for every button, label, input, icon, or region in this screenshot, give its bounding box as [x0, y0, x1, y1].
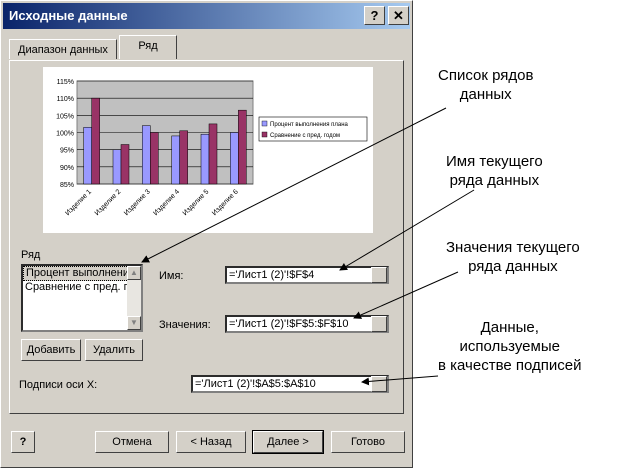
x-tick-label: Изделие 4 [152, 188, 181, 217]
scroll-up-icon[interactable]: ▲ [127, 266, 141, 280]
legend-swatch [261, 120, 268, 127]
legend-swatch [261, 131, 268, 138]
y-tick-label: 105% [56, 113, 74, 120]
annotation-line: ряда данных [468, 258, 558, 275]
legend-label: Процент выполнения плана [270, 122, 349, 128]
bar [171, 135, 180, 185]
finish-button[interactable]: Готово [331, 431, 405, 453]
annotation-series-values: Значения текущего ряда данных [446, 238, 580, 276]
annotation-line: ряда данных [449, 172, 540, 189]
list-item[interactable]: Процент выполнения плана [23, 266, 141, 281]
chart-preview: 115% 110% 105% 100% 95% 90% 85% Изделие 1 Издели… [43, 67, 373, 233]
bar [238, 109, 247, 185]
annotation-series-list: Список рядов данных [438, 66, 533, 104]
annotation-series-name: Имя текущего ряда данных [446, 152, 543, 190]
annotation-line: Список рядов [438, 67, 534, 84]
name-label: Имя: [159, 270, 184, 282]
close-button[interactable]: ✕ [388, 6, 409, 25]
bar [120, 144, 130, 185]
annotation-line: данных [459, 86, 512, 103]
bar [83, 127, 92, 185]
values-label: Значения: [159, 319, 211, 331]
x-tick-label: Изделие 5 [182, 188, 211, 217]
help-button[interactable]: ? [364, 6, 385, 25]
list-item[interactable]: Сравнение с пред. годом [23, 281, 141, 294]
x-tick-label: Изделие 2 [94, 188, 123, 217]
series-values-field[interactable]: ='Лист1 (2)'!$F$5:$F$10 [225, 315, 389, 333]
y-tick-label: 95% [60, 148, 74, 155]
source-data-dialog: Исходные данные ? ✕ Диапазон данных Ряд … [0, 0, 413, 468]
chart-svg: 115%110%105%100%95%90%85%Изделие 1 Издели… [56, 79, 368, 217]
scroll-down-icon[interactable]: ▼ [127, 316, 141, 330]
bar [91, 97, 100, 185]
annotation-line: Значения текущего [446, 239, 580, 256]
y-tick-label: 85% [60, 182, 74, 189]
bar [150, 132, 159, 185]
x-tick-label: Изделие 3 [123, 188, 152, 217]
tab-series[interactable]: Ряд [119, 35, 177, 59]
collapse-dialog-icon[interactable] [371, 267, 387, 283]
annotation-line: в качестве подписей [438, 357, 582, 374]
cancel-button[interactable]: Отмена [95, 431, 169, 453]
help-icon[interactable]: ? [11, 431, 35, 453]
bar [112, 149, 122, 185]
y-tick-label: 115% [57, 79, 74, 86]
x-labels-label: Подписи оси X: [19, 379, 98, 391]
annotation-axis-labels: Данные, используемые в качестве подписей [438, 318, 582, 375]
add-series-button[interactable]: Добавить [21, 339, 81, 361]
tab-data-range[interactable]: Диапазон данных [9, 39, 117, 59]
annotation-line: Данные, [480, 319, 539, 336]
bar [230, 132, 239, 185]
series-name-field[interactable]: ='Лист1 (2)'!$F$4 [225, 266, 389, 284]
next-button[interactable]: Далее > [252, 430, 324, 454]
y-tick-label: 110% [57, 96, 74, 103]
bar [179, 130, 188, 185]
series-group-label: Ряд [21, 249, 41, 261]
dialog-title: Исходные данные [9, 8, 128, 23]
bar [142, 125, 151, 185]
bar [208, 123, 218, 185]
series-list[interactable]: Процент выполнения плана Сравнение с пре… [21, 264, 143, 332]
title-bar: Исходные данные ? ✕ [3, 3, 410, 29]
annotation-line: используемые [459, 338, 560, 355]
delete-series-button[interactable]: Удалить [85, 339, 143, 361]
annotation-line: Имя текущего [446, 153, 543, 170]
x-tick-label: Изделие 1 [64, 188, 93, 217]
y-tick-label: 90% [60, 165, 74, 172]
x-labels-field[interactable]: ='Лист1 (2)'!$A$5:$A$10 [191, 375, 389, 393]
collapse-dialog-icon[interactable] [371, 316, 387, 332]
legend-label: Сравнение с пред. годом [270, 133, 340, 139]
back-button[interactable]: < Назад [176, 431, 246, 453]
bar [200, 133, 210, 185]
y-tick-label: 100% [56, 131, 74, 138]
list-scrollbar[interactable]: ▲ ▼ [127, 266, 141, 330]
x-tick-label: Изделие 6 [211, 188, 240, 217]
collapse-dialog-icon[interactable] [371, 376, 387, 392]
